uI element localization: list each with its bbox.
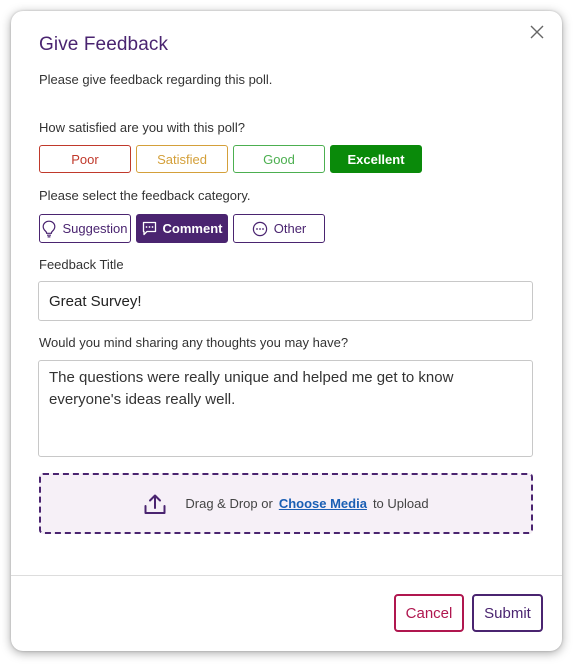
lightbulb-icon [43, 220, 56, 237]
category-suggestion-label: Suggestion [62, 221, 128, 236]
thoughts-textarea[interactable]: The questions were really unique and hel… [38, 360, 533, 457]
feedback-dialog: Give Feedback Please give feedback regar… [11, 11, 562, 651]
rating-good-button[interactable]: Good [233, 145, 325, 173]
choose-media-link[interactable]: Choose Media [279, 496, 367, 511]
satisfaction-options: Poor Satisfied Good Excellent [39, 145, 422, 173]
upload-dropzone[interactable]: Drag & Drop or Choose Media to Upload [39, 473, 533, 534]
rating-satisfied-button[interactable]: Satisfied [136, 145, 228, 173]
upload-suffix-text: to Upload [372, 496, 429, 511]
ellipsis-circle-icon [252, 221, 267, 236]
feedback-title-input[interactable]: Great Survey! [38, 281, 533, 321]
upload-icon [143, 493, 167, 515]
category-suggestion-button[interactable]: Suggestion [39, 214, 131, 243]
category-other-label: Other [273, 221, 307, 236]
upload-prefix-text: Drag & Drop or [185, 496, 273, 511]
category-question: Please select the feedback category. [39, 188, 251, 203]
thoughts-label: Would you mind sharing any thoughts you … [39, 335, 349, 350]
feedback-title-label: Feedback Title [39, 257, 124, 272]
dialog-intro: Please give feedback regarding this poll… [39, 72, 273, 87]
category-comment-label: Comment [162, 221, 223, 236]
rating-excellent-button[interactable]: Excellent [330, 145, 422, 173]
footer-divider [11, 575, 562, 576]
satisfaction-question: How satisfied are you with this poll? [39, 120, 245, 135]
submit-button[interactable]: Submit [472, 594, 543, 632]
category-other-button[interactable]: Other [233, 214, 325, 243]
category-options: Suggestion Comment Other [39, 214, 325, 243]
dialog-title: Give Feedback [39, 34, 169, 55]
category-comment-button[interactable]: Comment [136, 214, 228, 243]
close-icon [530, 25, 544, 39]
cancel-button[interactable]: Cancel [394, 594, 464, 632]
close-button[interactable] [526, 21, 548, 43]
comment-icon [142, 221, 156, 236]
rating-poor-button[interactable]: Poor [39, 145, 131, 173]
